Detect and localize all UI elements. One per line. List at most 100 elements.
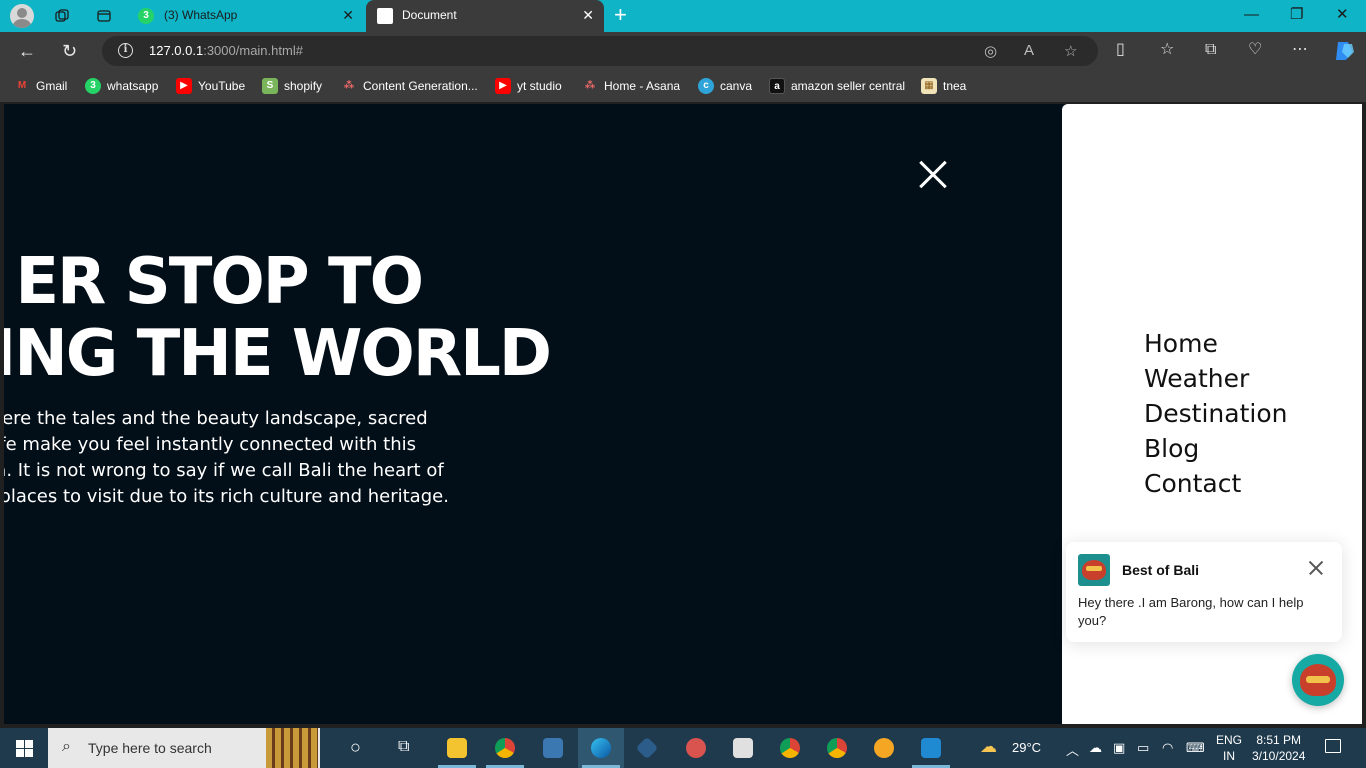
- task-view-icon[interactable]: ⧉: [398, 738, 409, 756]
- nav-link-home[interactable]: Home: [1144, 326, 1287, 361]
- workspaces-icon[interactable]: [54, 8, 70, 24]
- clock-date: 3/10/2024: [1252, 749, 1306, 763]
- keyboard-icon[interactable]: ⌨: [1186, 740, 1205, 756]
- nav-list: Home Weather Destination Blog Contact: [1144, 326, 1287, 501]
- intro-line: und where the tales and the beauty lands…: [4, 408, 428, 429]
- chat-launcher-button[interactable]: [1292, 654, 1344, 706]
- cortana-icon[interactable]: ○: [350, 737, 361, 758]
- notification-center-icon[interactable]: [1325, 739, 1341, 753]
- tab-title: (3) WhatsApp: [164, 8, 238, 22]
- whatsapp-icon: 3: [138, 8, 154, 24]
- weather-icon[interactable]: ☁: [980, 737, 997, 757]
- tab-document[interactable]: Document ✕: [366, 0, 604, 32]
- headline-line-2: RING THE WORLD: [4, 317, 552, 391]
- youtube-icon: ▶: [495, 78, 511, 94]
- vscode-icon[interactable]: [921, 738, 941, 758]
- search-placeholder: Type here to search: [88, 740, 212, 756]
- location-icon[interactable]: ◎: [984, 42, 997, 60]
- paint-icon[interactable]: [686, 738, 706, 758]
- meet-now-icon[interactable]: ▣: [1113, 740, 1125, 756]
- more-menu-icon[interactable]: ⋯: [1292, 41, 1308, 59]
- close-window-icon[interactable]: ✕: [1336, 6, 1349, 24]
- bookmark-youtube[interactable]: ▶ YouTube: [176, 78, 245, 94]
- address-bar[interactable]: i 127.0.0.1:3000/main.html# ◎ A ☆: [102, 36, 1098, 66]
- nav-link-blog[interactable]: Blog: [1144, 431, 1287, 466]
- git-icon[interactable]: [635, 736, 659, 760]
- chat-popup[interactable]: Best of Bali Hey there .I am Barong, how…: [1066, 542, 1342, 642]
- taskbar-search[interactable]: ⌕ Type here to search: [48, 728, 320, 768]
- bookmark-gmail[interactable]: M Gmail: [14, 78, 68, 94]
- bookmark-home-asana[interactable]: ⁂ Home - Asana: [582, 78, 680, 94]
- file-explorer-icon[interactable]: [447, 738, 467, 758]
- bookmark-shopify[interactable]: Sshopify: [262, 78, 322, 94]
- collections-icon[interactable]: ⧉: [1205, 41, 1216, 59]
- show-hidden-icons-icon[interactable]: ︿: [1066, 740, 1079, 759]
- chrome-icon[interactable]: [495, 738, 515, 758]
- intro-line: donesia. It is not wrong to say if we ca…: [4, 460, 444, 481]
- new-tab-icon[interactable]: +: [614, 4, 627, 26]
- clock[interactable]: 8:51 PM 3/10/2024: [1252, 732, 1305, 764]
- profile-avatar-icon[interactable]: [10, 4, 34, 28]
- barong-avatar-icon: [1078, 554, 1110, 586]
- url-text[interactable]: 127.0.0.1:3000/main.html#: [149, 43, 303, 58]
- read-aloud-icon[interactable]: A: [1024, 42, 1034, 59]
- search-icon: ⌕: [62, 738, 71, 755]
- refresh-icon[interactable]: ↻: [62, 41, 77, 61]
- side-nav-panel: Home Weather Destination Blog Contact Be…: [1062, 104, 1362, 724]
- close-tab-icon[interactable]: ✕: [582, 7, 594, 23]
- browser-essentials-icon[interactable]: ♡: [1248, 41, 1262, 59]
- hero-intro-text: und where the tales and the beauty lands…: [4, 406, 496, 510]
- clock-time: 8:51 PM: [1256, 733, 1302, 747]
- nav-link-contact[interactable]: Contact: [1144, 466, 1287, 501]
- chrome-profile-icon[interactable]: [780, 738, 800, 758]
- document-icon: [377, 8, 393, 24]
- hero-section: ER STOP TO RING THE WORLD und where the …: [4, 104, 1062, 724]
- intro-line: g wildlife make you feel instantly conne…: [4, 434, 417, 455]
- windows-start-icon[interactable]: [16, 740, 33, 757]
- youtube-icon: ▶: [176, 78, 192, 94]
- chrome-app-icon[interactable]: [827, 738, 847, 758]
- battery-icon[interactable]: ▭: [1137, 740, 1149, 756]
- bookmark-tnea[interactable]: ▦ tnea: [921, 78, 966, 94]
- nav-link-weather[interactable]: Weather: [1144, 361, 1287, 396]
- whatsapp-icon: 3: [85, 78, 101, 94]
- language-indicator[interactable]: ENG IN: [1216, 732, 1242, 764]
- chat-bot-name: Best of Bali: [1122, 562, 1200, 578]
- close-menu-icon[interactable]: [918, 160, 948, 190]
- shopify-icon: S: [262, 78, 278, 94]
- back-icon[interactable]: ←: [18, 41, 36, 61]
- badge-app-icon[interactable]: [874, 738, 894, 758]
- close-tab-icon[interactable]: ✕: [342, 7, 354, 23]
- bookmarks-bar: M Gmail 3 whatsapp ▶ YouTube Sshopify ⁂ Cont…: [0, 70, 1366, 102]
- site-info-icon[interactable]: i: [118, 43, 133, 58]
- split-screen-icon[interactable]: ▯: [1116, 41, 1125, 59]
- bookmark-content-generation[interactable]: ⁂ Content Generation...: [341, 78, 478, 94]
- wifi-icon[interactable]: ◠: [1162, 740, 1173, 756]
- page-viewport: ER STOP TO RING THE WORLD und where the …: [4, 104, 1362, 724]
- tab-whatsapp[interactable]: 3 (3) WhatsApp ✕: [128, 0, 364, 32]
- python-idle-icon[interactable]: [543, 738, 563, 758]
- copilot-icon[interactable]: [1332, 40, 1356, 62]
- favorites-icon[interactable]: ☆: [1160, 41, 1174, 59]
- bookmark-yt-studio[interactable]: ▶ yt studio: [495, 78, 562, 94]
- restore-icon[interactable]: ❐: [1290, 6, 1303, 24]
- edge-icon[interactable]: [591, 738, 611, 758]
- browser-tab-strip: 3 (3) WhatsApp ✕ Document ✕ + — ❐ ✕: [0, 0, 1366, 32]
- bookmark-whatsapp[interactable]: 3 whatsapp: [85, 78, 158, 94]
- close-chat-icon[interactable]: [1308, 560, 1324, 576]
- favorite-star-icon[interactable]: ☆: [1064, 42, 1077, 60]
- onedrive-icon[interactable]: ☁: [1089, 740, 1102, 756]
- search-highlight-image: [266, 728, 318, 768]
- python-file-icon[interactable]: [733, 738, 753, 758]
- asana-icon: ⁂: [584, 80, 596, 91]
- tnea-icon: ▦: [921, 78, 937, 94]
- nav-link-destination[interactable]: Destination: [1144, 396, 1287, 431]
- headline-line-1: ER STOP TO: [15, 245, 424, 319]
- amazon-icon: a: [769, 78, 785, 94]
- weather-temp[interactable]: 29°C: [1012, 740, 1041, 755]
- bookmark-amazon-seller[interactable]: a amazon seller central: [769, 78, 905, 94]
- tab-actions-icon[interactable]: [96, 8, 112, 24]
- bookmark-canva[interactable]: c canva: [698, 78, 752, 94]
- minimize-icon[interactable]: —: [1244, 6, 1259, 24]
- chat-message: Hey there .I am Barong, how can I help y…: [1078, 595, 1304, 628]
